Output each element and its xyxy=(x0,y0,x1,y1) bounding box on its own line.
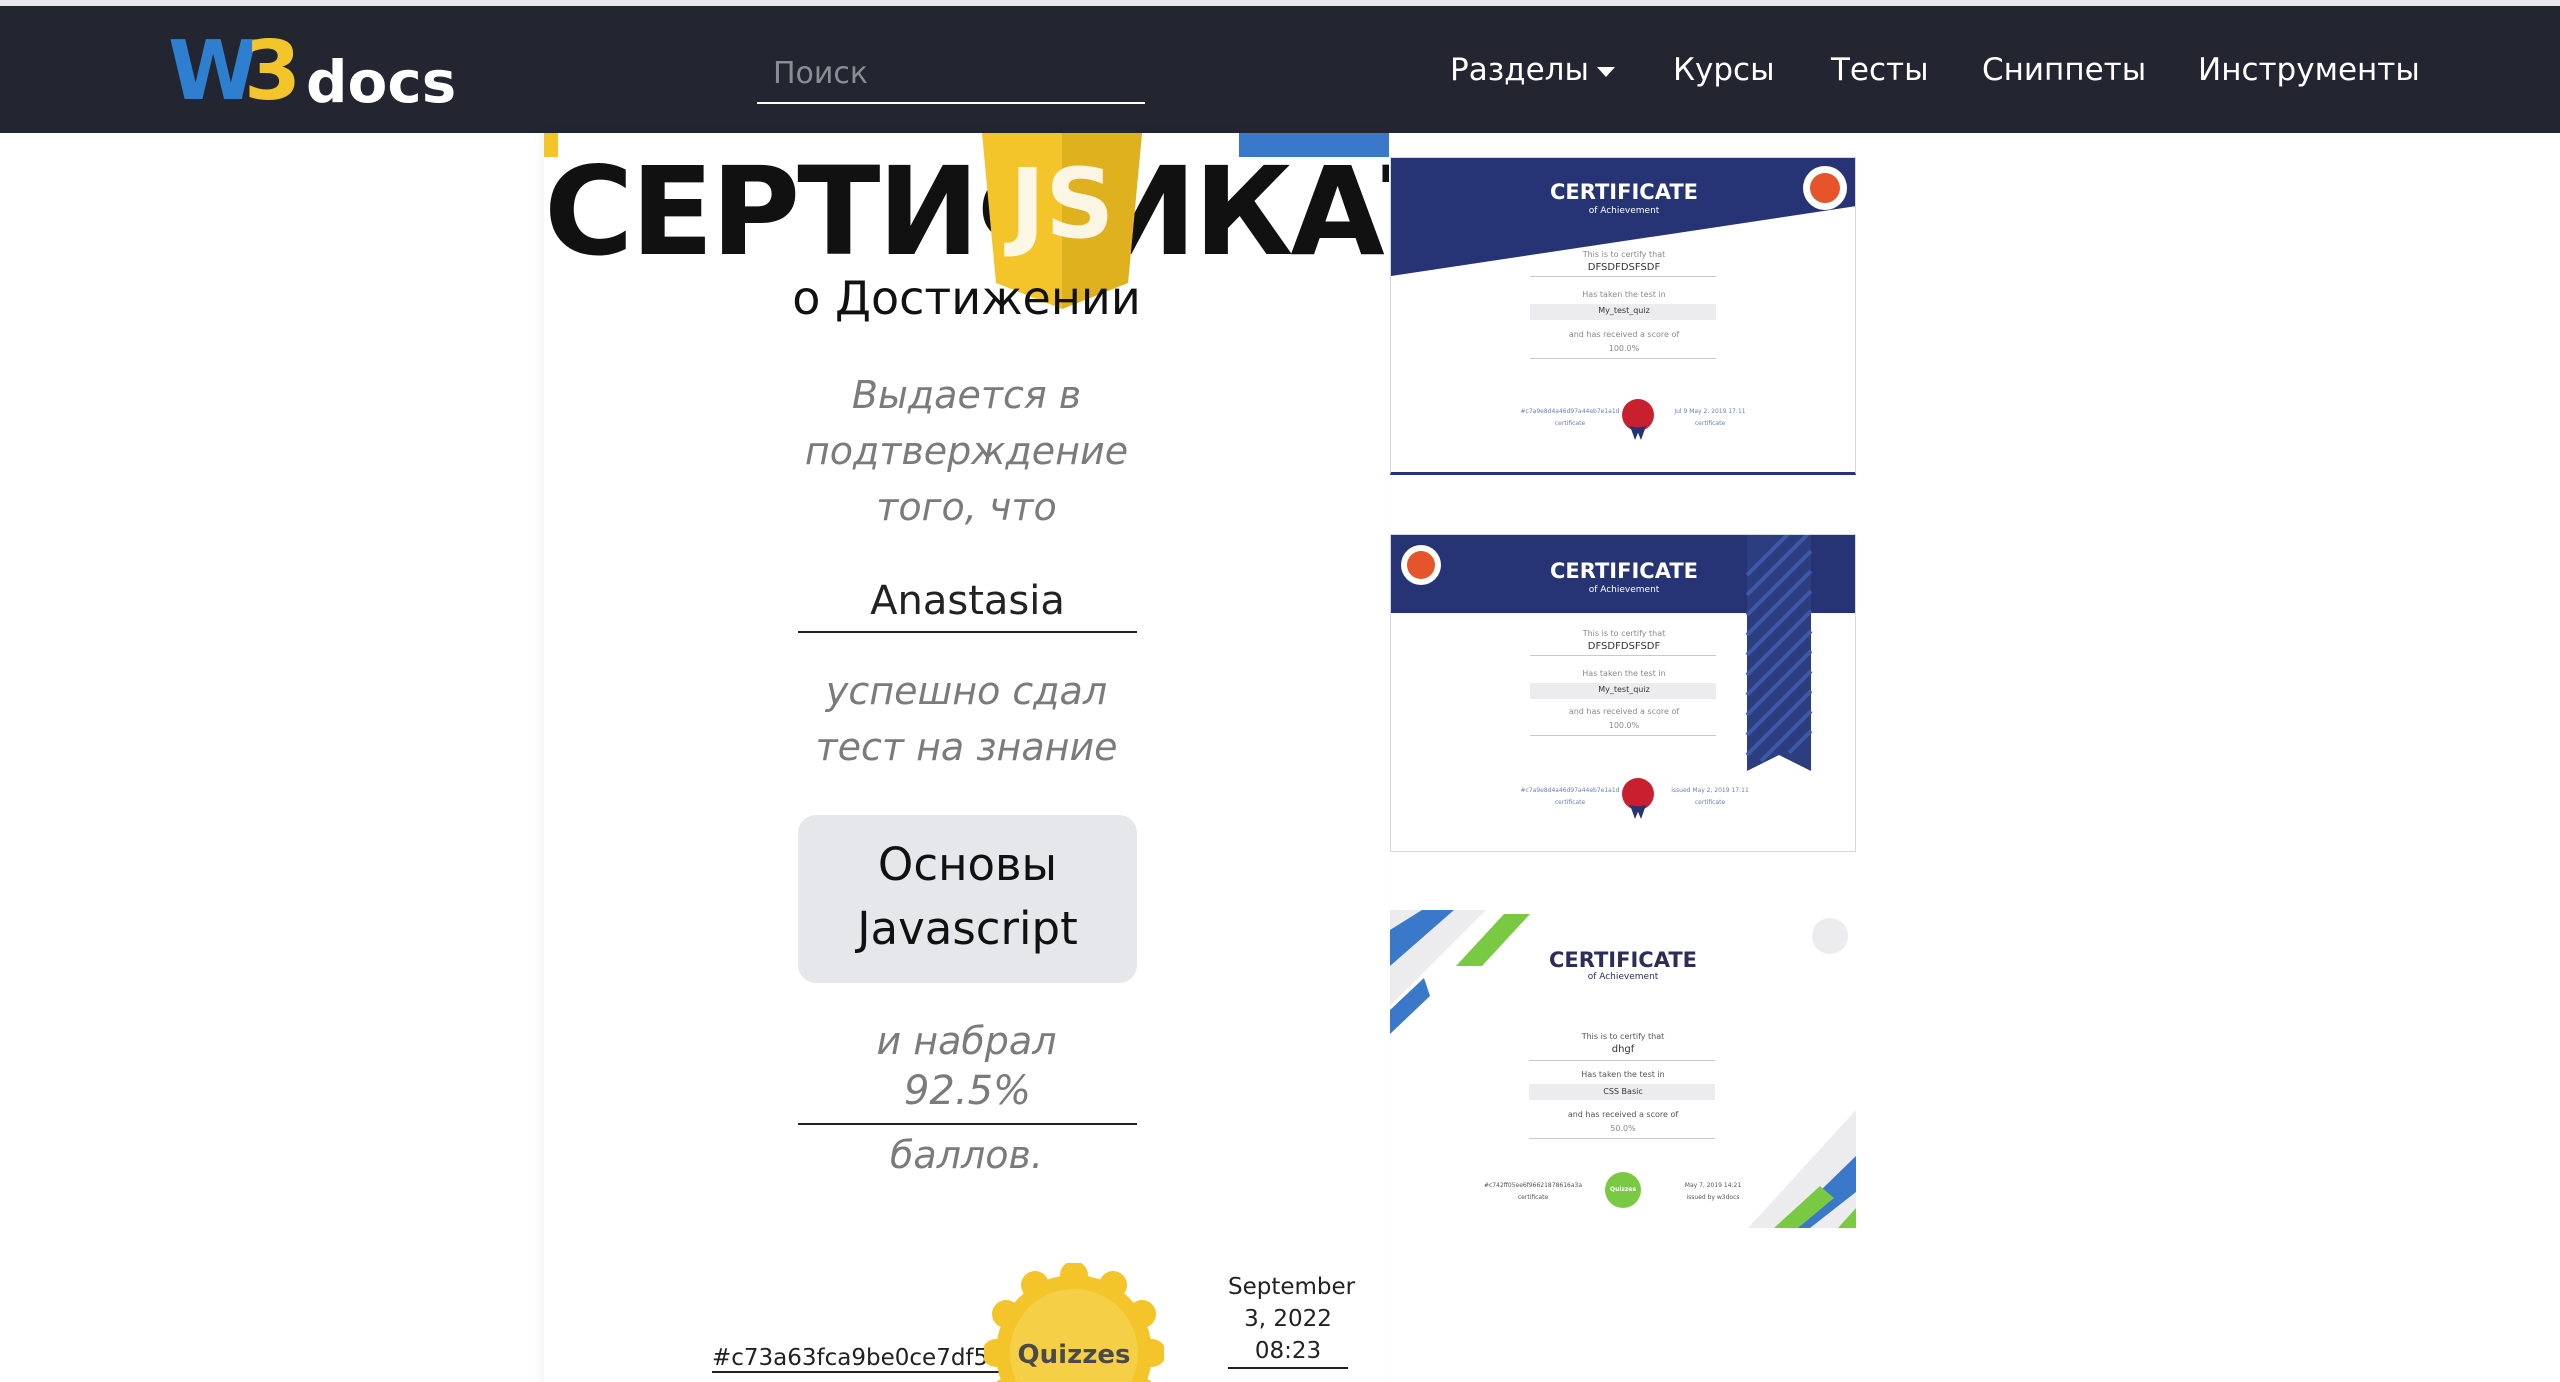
passed-text: тест на знание xyxy=(815,725,1118,769)
nav-snippets[interactable]: Сниппеты xyxy=(1982,52,2146,88)
svg-text:Quizzes: Quizzes xyxy=(1018,1340,1131,1370)
thumbnail-name: DFSDFDSFSDF xyxy=(1587,641,1661,652)
issued-text: Выдается в xyxy=(851,373,1082,417)
recipient-name: Anastasia xyxy=(798,571,1137,633)
quizzes-seal-icon: Quizzes xyxy=(984,1263,1164,1382)
score-value: 92.5% xyxy=(798,1063,1137,1125)
certificate-template-thumbnail[interactable]: CERTIFICATE of Achievement This is to ce… xyxy=(1390,910,1856,1228)
thumbnail-subtitle: of Achievement xyxy=(1588,585,1660,595)
thumbnail-score: 100.0% xyxy=(1608,721,1640,730)
thumbnail-subtitle: of Achievement xyxy=(1588,206,1660,216)
passed-text: успешно сдал xyxy=(825,669,1108,713)
thumbnail-test: My_test_quiz xyxy=(1598,306,1650,315)
nav-tests[interactable]: Тесты xyxy=(1831,52,1929,88)
thumbnail-title: CERTIFICATE xyxy=(1550,180,1698,204)
certificate-date: September 3, 2022 08:23 xyxy=(1228,1271,1355,1369)
course-name: Основы xyxy=(877,838,1058,891)
points-text: баллов. xyxy=(889,1133,1044,1177)
certificate-hash: #c73a63fca9be0ce7df59 xyxy=(712,1345,1003,1373)
scored-text: и набрал xyxy=(876,1019,1057,1063)
nav-tools[interactable]: Инструменты xyxy=(2198,52,2420,88)
certificate-card: СЕРТИФИКАТ JS о Достижении Выдается в по… xyxy=(544,133,1389,1382)
issued-text: подтверждение xyxy=(804,429,1129,473)
course-name-box: Основы Javascript xyxy=(798,815,1137,983)
thumbnail-seal-text: Quizzes xyxy=(1609,1186,1637,1193)
thumbnail-test: CSS Basic xyxy=(1603,1087,1643,1096)
caret-down-icon xyxy=(1596,66,1615,77)
certificate-title: СЕРТИФИКАТ xyxy=(544,141,1389,283)
thumbnail-name: dhgf xyxy=(1611,1044,1635,1055)
nav-courses[interactable]: Курсы xyxy=(1673,52,1775,88)
thumbnail-title: CERTIFICATE xyxy=(1550,559,1698,583)
search-input[interactable] xyxy=(757,44,1145,104)
svg-text:JS: JS xyxy=(1004,148,1115,260)
certificate-subtitle: о Достижении xyxy=(792,271,1141,325)
thumbnail-title: CERTIFICATE xyxy=(1549,948,1697,972)
nav-sections-dropdown[interactable]: Разделы xyxy=(1450,52,1615,88)
thumbnail-score: 50.0% xyxy=(1610,1124,1636,1133)
certificate-template-thumbnail[interactable]: CERTIFICATE of Achievement This is to ce… xyxy=(1390,157,1856,475)
thumbnail-score: 100.0% xyxy=(1608,344,1640,353)
navbar: W 3 docs Разделы Курсы Тесты Сниппеты Ин… xyxy=(0,6,2560,133)
issued-text: того, что xyxy=(876,485,1057,529)
thumbnail-subtitle: of Achievement xyxy=(1587,972,1659,982)
thumbnail-test: My_test_quiz xyxy=(1598,685,1650,694)
thumbnail-name: DFSDFDSFSDF xyxy=(1587,262,1661,273)
course-name: Javascript xyxy=(857,902,1078,955)
certificate-template-thumbnail[interactable]: CERTIFICATE of Achievement This is to ce… xyxy=(1390,534,1856,852)
